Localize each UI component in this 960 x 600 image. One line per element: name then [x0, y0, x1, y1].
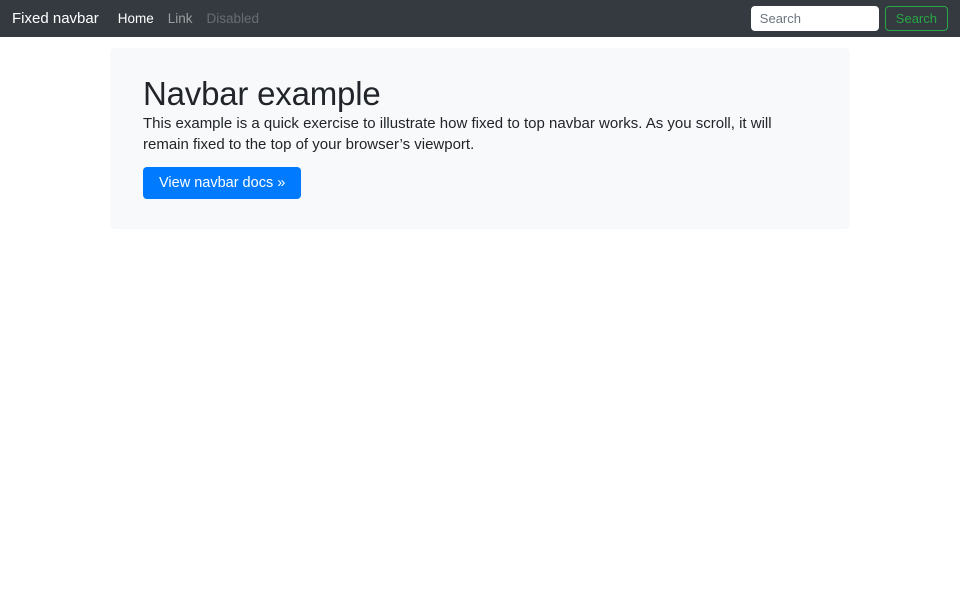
nav-item-link[interactable]: Link [161, 8, 200, 30]
page-title: Navbar example [143, 74, 817, 114]
page-description: This example is a quick exercise to illu… [143, 114, 817, 155]
nav-item-home[interactable]: Home [111, 8, 161, 30]
navbar-nav: Home Link Disabled [111, 8, 266, 30]
main-content: Navbar example This example is a quick e… [0, 48, 960, 229]
search-input[interactable] [751, 6, 879, 31]
top-navbar: Fixed navbar Home Link Disabled Search [0, 0, 960, 37]
jumbotron-panel: Navbar example This example is a quick e… [110, 48, 850, 229]
navbar-brand[interactable]: Fixed navbar [12, 11, 99, 26]
view-navbar-docs-button[interactable]: View navbar docs » [143, 167, 301, 199]
search-form: Search [751, 6, 948, 31]
navbar-brand-label: Fixed navbar [12, 10, 99, 27]
search-button[interactable]: Search [885, 6, 948, 31]
nav-item-disabled[interactable]: Disabled [200, 8, 267, 30]
